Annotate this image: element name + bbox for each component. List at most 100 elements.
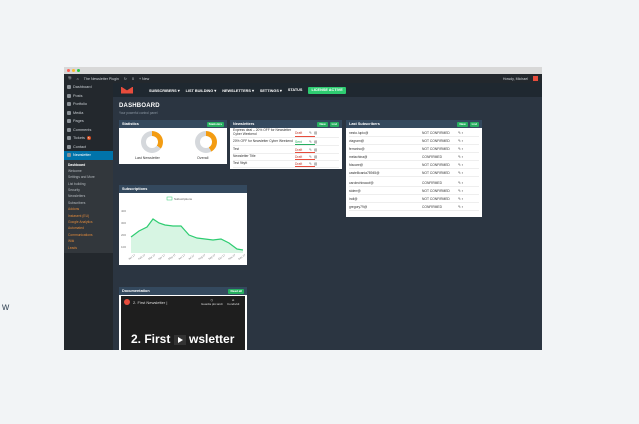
newsletters-list-button[interactable]: List: [329, 121, 339, 127]
stats-icon[interactable]: ▥: [314, 155, 317, 159]
close-dot[interactable]: [67, 69, 70, 72]
delete-icon[interactable]: ▪: [462, 171, 463, 175]
x-tick: Jul 17: [187, 253, 195, 261]
delete-icon[interactable]: ▪: [462, 163, 463, 167]
tickets-badge: 5: [86, 136, 91, 141]
newsletters-new-button[interactable]: New: [317, 121, 328, 127]
read-all-button[interactable]: Read all: [228, 288, 244, 294]
x-tick: Jun 17: [177, 253, 186, 261]
edit-icon[interactable]: ✎: [458, 155, 461, 159]
stats-icon[interactable]: ▥: [314, 131, 317, 135]
maximize-dot[interactable]: [77, 69, 80, 72]
subscriptions-header: Subscriptions: [119, 185, 247, 193]
list-item[interactable]: melachina@ CONFIRMED ✎ ▪: [349, 154, 479, 162]
site-name[interactable]: The Newsletter Plugin: [84, 77, 119, 81]
play-icon[interactable]: [173, 334, 186, 345]
watch-later-button[interactable]: ◷ Guarda più tardi: [201, 298, 223, 306]
edit-icon[interactable]: ✎: [458, 197, 461, 201]
new-menu[interactable]: + New: [139, 77, 149, 81]
last-newsletter-donut: [141, 131, 163, 153]
home-icon[interactable]: ⌂: [77, 77, 79, 81]
delete-icon[interactable]: ▪: [462, 131, 463, 135]
stats-icon[interactable]: ▥: [314, 140, 317, 144]
sidebar-item-portfolio[interactable]: Portfolio: [64, 100, 113, 109]
edit-icon[interactable]: ✎: [458, 139, 461, 143]
delete-icon[interactable]: ▪: [462, 139, 463, 143]
edit-icon[interactable]: ✎: [458, 181, 461, 185]
edit-icon[interactable]: ✎: [309, 140, 312, 144]
edit-icon[interactable]: ✎: [309, 148, 312, 152]
list-item[interactable]: carolechinacof@ CONFIRMED ✎ ▪: [349, 180, 479, 188]
x-tick: Nov 17: [227, 253, 236, 261]
edit-icon[interactable]: ✎: [458, 131, 461, 135]
delete-icon[interactable]: ▪: [462, 181, 463, 185]
edit-icon[interactable]: ✎: [458, 147, 461, 151]
statistics-header: Statistics Statistics: [119, 120, 227, 128]
newsletter-icon: [67, 153, 71, 158]
delete-icon[interactable]: ▪: [462, 205, 463, 209]
admin-sidebar: Dashboard Posts Portfolio Media Pages Co…: [64, 83, 113, 350]
submenu-leads[interactable]: Leads: [64, 245, 113, 251]
table-row[interactable]: Test 9bytt Draft ✎ ▥: [233, 160, 339, 168]
list-item[interactable]: indi@ NOT CONFIRMED ✎ ▪: [349, 196, 479, 204]
wordpress-icon[interactable]: Ⓦ: [68, 76, 72, 81]
nav-subscribers[interactable]: SUBSCRIBERS ▾: [149, 88, 180, 93]
table-row[interactable]: Express deal – 20% OFF for Newsletter Cy…: [233, 128, 339, 138]
subscriptions-area: [131, 219, 243, 253]
video-title[interactable]: 2. First Newsletter |: [133, 300, 167, 305]
newsletter-logo-icon[interactable]: [121, 86, 133, 94]
list-item[interactable]: nesto.lupio@ NOT CONFIRMED ✎ ▪: [349, 130, 479, 138]
delete-icon[interactable]: ▪: [462, 147, 463, 151]
list-item[interactable]: ferrarino@ NOT CONFIRMED ✎ ▪: [349, 146, 479, 154]
sidebar-item-newsletter[interactable]: Newsletter: [64, 151, 113, 160]
edit-icon[interactable]: ✎: [458, 189, 461, 193]
minimize-dot[interactable]: [72, 69, 75, 72]
nav-settings[interactable]: SETTINGS ▾: [260, 88, 282, 93]
list-item[interactable]: gregory79@ CONFIRMED ✎ ▪: [349, 204, 479, 212]
share-button[interactable]: ➦ Condividi: [227, 298, 239, 306]
list-item[interactable]: fdscare@ NOT CONFIRMED ✎ ▪: [349, 162, 479, 170]
x-tick: Apr 17: [157, 253, 166, 261]
delete-icon[interactable]: ▪: [462, 197, 463, 201]
edit-icon[interactable]: ✎: [458, 163, 461, 167]
sidebar-item-contact[interactable]: Contact: [64, 143, 113, 152]
statistics-button[interactable]: Statistics: [206, 121, 224, 127]
documentation-video[interactable]: 2. First Newsletter | ◷ Guarda più tardi…: [121, 296, 245, 350]
edit-icon[interactable]: ✎: [309, 155, 312, 159]
sidebar-item-pages[interactable]: Pages: [64, 117, 113, 126]
legend-swatch: [166, 196, 173, 201]
list-item[interactable]: viagram@ NOT CONFIRMED ✎ ▪: [349, 138, 479, 146]
edit-icon[interactable]: ✎: [309, 131, 312, 135]
avatar[interactable]: [533, 76, 538, 81]
stats-icon[interactable]: ▥: [314, 148, 317, 152]
table-row[interactable]: 20% OFF for Newsletter Cyber Weekend Sent…: [233, 138, 339, 146]
subscribers-new-button[interactable]: New: [457, 121, 468, 127]
delete-icon[interactable]: ▪: [462, 189, 463, 193]
nav-newsletters[interactable]: NEWSLETTERS ▾: [222, 88, 254, 93]
x-tick: Dec 17: [237, 253, 246, 261]
list-item[interactable]: stderr@ NOT CONFIRMED ✎ ▪: [349, 188, 479, 196]
delete-icon[interactable]: ▪: [462, 155, 463, 159]
sidebar-item-dashboard[interactable]: Dashboard: [64, 83, 113, 92]
edit-icon[interactable]: ✎: [458, 171, 461, 175]
list-item[interactable]: castellicania78945@ NOT CONFIRMED ✎ ▪: [349, 170, 479, 178]
comment-count[interactable]: 0: [132, 77, 134, 81]
user-greeting[interactable]: Howdy, Michael: [503, 77, 528, 81]
edit-icon[interactable]: ✎: [458, 205, 461, 209]
comments-icon: [67, 127, 71, 132]
documentation-panel: Documentation Read all 2. First Newslett…: [119, 287, 247, 350]
sidebar-item-comments[interactable]: Comments: [64, 126, 113, 135]
stats-icon[interactable]: ▥: [314, 162, 317, 166]
y-tick: 300: [121, 221, 126, 225]
refresh-icon[interactable]: ↻: [124, 77, 127, 81]
page-title: DASHBOARD: [119, 103, 160, 109]
last-subscribers-panel: Last Subscribers New List nesto.lupio@ NO…: [346, 120, 482, 217]
nav-list-building[interactable]: LIST BUILDING ▾: [186, 88, 217, 93]
license-active-button[interactable]: LICENSE ACTIVE: [308, 86, 346, 94]
edit-icon[interactable]: ✎: [309, 162, 312, 166]
sidebar-item-posts[interactable]: Posts: [64, 92, 113, 101]
subscribers-list-button[interactable]: List: [469, 121, 479, 127]
nav-status[interactable]: STATUS: [288, 88, 303, 92]
sidebar-item-tickets[interactable]: Tickets 5: [64, 134, 113, 143]
sidebar-item-media[interactable]: Media: [64, 109, 113, 118]
